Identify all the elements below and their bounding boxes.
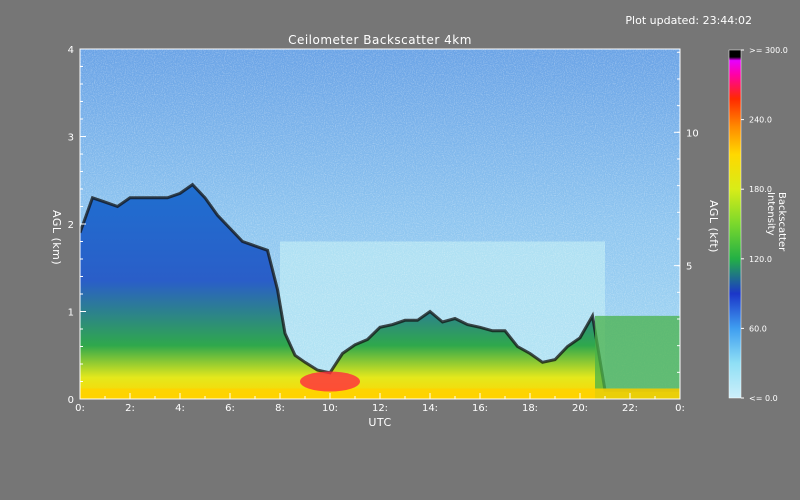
x-tick-label: 10:	[322, 403, 338, 414]
x-tick-label: 4:	[175, 403, 185, 414]
colorbar-label: Backscatter Intensity	[765, 192, 787, 252]
colorbar-tick-label: <= 0.0	[749, 394, 778, 403]
y-tick-label: 2	[68, 220, 74, 231]
colorbar-tick-label: 240.0	[749, 116, 772, 125]
y-tick-label: 3	[68, 133, 74, 144]
y-axis-label-left: AGL (km)	[50, 210, 63, 266]
x-tick-label: 0:	[675, 403, 685, 414]
high-backscatter-patch	[300, 371, 360, 392]
y-right-tick-label: 10	[686, 128, 699, 139]
x-tick-label: 20:	[572, 403, 588, 414]
x-tick-label: 0:	[75, 403, 85, 414]
x-tick-label: 12:	[372, 403, 388, 414]
ceilometer-plot-window: Plot updated: 23:44:02 Ceilometer Backsc…	[0, 0, 800, 500]
y-right-tick-label: 5	[686, 262, 692, 273]
x-tick-label: 14:	[422, 403, 438, 414]
colorbar-tick-label: 120.0	[749, 255, 772, 264]
y-tick-label: 4	[68, 45, 74, 56]
x-tick-label: 22:	[622, 403, 638, 414]
x-axis-label: UTC	[368, 416, 392, 429]
colorbar-tick-label: >= 300.0	[749, 46, 788, 55]
x-tick-label: 16:	[472, 403, 488, 414]
colorbar-gradient	[728, 49, 742, 399]
y-tick-label: 0	[68, 395, 74, 406]
colorbar-tick-label: 60.0	[749, 324, 767, 333]
x-tick-label: 8:	[275, 403, 285, 414]
y-axis-label-right: AGL (kft)	[707, 200, 720, 253]
evening-boundary-layer	[595, 315, 680, 399]
x-tick-label: 2:	[125, 403, 135, 414]
y-tick-label: 1	[68, 308, 74, 319]
x-tick-label: 18:	[522, 403, 538, 414]
x-tick-label: 6:	[225, 403, 235, 414]
backscatter-chart: 0: 2: 4: 6: 8: 10: 12: 14: 16: 18: 20: 22: 0:0123451…	[68, 45, 788, 414]
